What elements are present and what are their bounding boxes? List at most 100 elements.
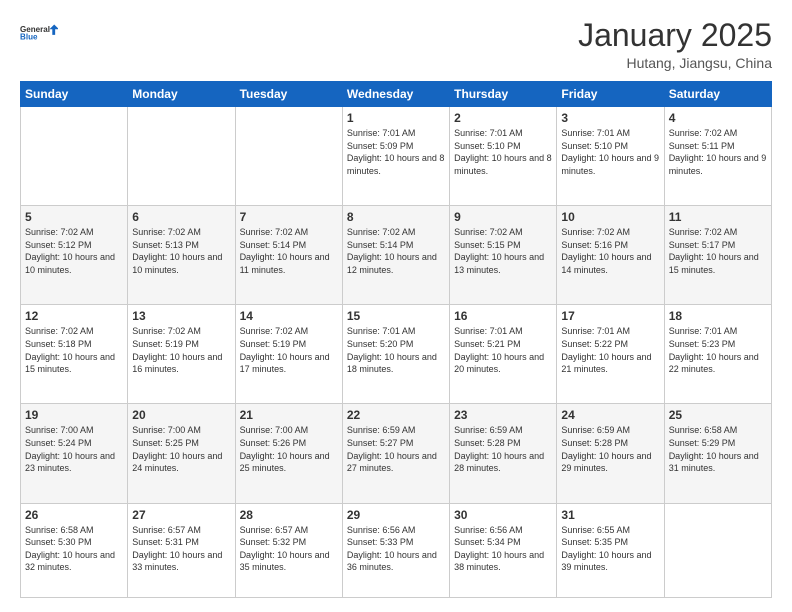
day-number: 31 — [561, 508, 659, 522]
table-row: 2Sunrise: 7:01 AM Sunset: 5:10 PM Daylig… — [450, 107, 557, 206]
day-info: Sunrise: 7:01 AM Sunset: 5:22 PM Dayligh… — [561, 325, 659, 375]
day-number: 26 — [25, 508, 123, 522]
day-info: Sunrise: 6:59 AM Sunset: 5:27 PM Dayligh… — [347, 424, 445, 474]
table-row: 20 Sunrise: 7:00 AM Sunset: 5:25 PM Dayli… — [128, 404, 235, 503]
title-block: January 2025 Hutang, Jiangsu, China — [578, 18, 772, 71]
day-info: Sunrise: 7:02 AM Sunset: 5:19 PM Dayligh… — [240, 325, 338, 375]
table-row: 23 Sunrise: 6:59 AM Sunset: 5:28 PM Dayli… — [450, 404, 557, 503]
table-row: 8Sunrise: 7:02 AM Sunset: 5:14 PM Daylig… — [342, 206, 449, 305]
table-row: 14 Sunrise: 7:02 AM Sunset: 5:19 PM Dayli… — [235, 305, 342, 404]
day-info: Sunrise: 6:55 AM Sunset: 5:35 PM Dayligh… — [561, 524, 659, 574]
table-row: 22 Sunrise: 6:59 AM Sunset: 5:27 PM Dayli… — [342, 404, 449, 503]
day-info: Sunrise: 7:02 AM Sunset: 5:14 PM Dayligh… — [240, 226, 338, 276]
table-row — [235, 107, 342, 206]
col-tuesday: Tuesday — [235, 82, 342, 107]
table-row: 27 Sunrise: 6:57 AM Sunset: 5:31 PM Dayli… — [128, 503, 235, 597]
table-row: 26 Sunrise: 6:58 AM Sunset: 5:30 PM Dayli… — [21, 503, 128, 597]
table-row: 24Sunrise: 6:59 AM Sunset: 5:28 PM Dayli… — [557, 404, 664, 503]
day-info: Sunrise: 7:00 AM Sunset: 5:26 PM Dayligh… — [240, 424, 338, 474]
table-row: 30 Sunrise: 6:56 AM Sunset: 5:34 PM Dayli… — [450, 503, 557, 597]
day-number: 13 — [132, 309, 230, 323]
week-row-2: 5 Sunrise: 7:02 AM Sunset: 5:12 PM Daylig… — [21, 206, 772, 305]
day-number: 3 — [561, 111, 659, 125]
table-row: 16Sunrise: 7:01 AM Sunset: 5:21 PM Dayli… — [450, 305, 557, 404]
day-info: Sunrise: 7:01 AM Sunset: 5:20 PM Dayligh… — [347, 325, 445, 375]
day-number: 10 — [561, 210, 659, 224]
table-row: 10Sunrise: 7:02 AM Sunset: 5:16 PM Dayli… — [557, 206, 664, 305]
table-row: 1 Sunrise: 7:01 AM Sunset: 5:09 PM Daylig… — [342, 107, 449, 206]
header: General Blue January 2025 Hutang, Jiangs… — [20, 18, 772, 71]
day-info: Sunrise: 6:58 AM Sunset: 5:30 PM Dayligh… — [25, 524, 123, 574]
day-number: 14 — [240, 309, 338, 323]
table-row: 6 Sunrise: 7:02 AM Sunset: 5:13 PM Daylig… — [128, 206, 235, 305]
day-info: Sunrise: 7:02 AM Sunset: 5:19 PM Dayligh… — [132, 325, 230, 375]
week-row-3: 12Sunrise: 7:02 AM Sunset: 5:18 PM Dayli… — [21, 305, 772, 404]
day-info: Sunrise: 6:56 AM Sunset: 5:34 PM Dayligh… — [454, 524, 552, 574]
svg-text:Blue: Blue — [20, 33, 38, 42]
col-monday: Monday — [128, 82, 235, 107]
col-friday: Friday — [557, 82, 664, 107]
table-row: 18 Sunrise: 7:01 AM Sunset: 5:23 PM Dayli… — [664, 305, 771, 404]
day-info: Sunrise: 6:59 AM Sunset: 5:28 PM Dayligh… — [454, 424, 552, 474]
day-number: 12 — [25, 309, 123, 323]
day-number: 5 — [25, 210, 123, 224]
table-row: 9Sunrise: 7:02 AM Sunset: 5:15 PM Daylig… — [450, 206, 557, 305]
day-info: Sunrise: 7:01 AM Sunset: 5:10 PM Dayligh… — [454, 127, 552, 177]
table-row: 7 Sunrise: 7:02 AM Sunset: 5:14 PM Daylig… — [235, 206, 342, 305]
day-number: 17 — [561, 309, 659, 323]
location: Hutang, Jiangsu, China — [578, 55, 772, 71]
table-row: 21 Sunrise: 7:00 AM Sunset: 5:26 PM Dayli… — [235, 404, 342, 503]
day-number: 1 — [347, 111, 445, 125]
day-info: Sunrise: 6:57 AM Sunset: 5:32 PM Dayligh… — [240, 524, 338, 574]
day-info: Sunrise: 6:56 AM Sunset: 5:33 PM Dayligh… — [347, 524, 445, 574]
col-saturday: Saturday — [664, 82, 771, 107]
table-row: 13 Sunrise: 7:02 AM Sunset: 5:19 PM Dayli… — [128, 305, 235, 404]
day-number: 6 — [132, 210, 230, 224]
calendar-header-row: Sunday Monday Tuesday Wednesday Thursday… — [21, 82, 772, 107]
table-row: 3 Sunrise: 7:01 AM Sunset: 5:10 PM Daylig… — [557, 107, 664, 206]
day-number: 29 — [347, 508, 445, 522]
day-info: Sunrise: 7:02 AM Sunset: 5:12 PM Dayligh… — [25, 226, 123, 276]
day-info: Sunrise: 7:02 AM Sunset: 5:11 PM Dayligh… — [669, 127, 767, 177]
col-thursday: Thursday — [450, 82, 557, 107]
calendar-table: Sunday Monday Tuesday Wednesday Thursday… — [20, 81, 772, 598]
day-number: 18 — [669, 309, 767, 323]
week-row-4: 19Sunrise: 7:00 AM Sunset: 5:24 PM Dayli… — [21, 404, 772, 503]
day-number: 4 — [669, 111, 767, 125]
table-row — [128, 107, 235, 206]
table-row: 15Sunrise: 7:01 AM Sunset: 5:20 PM Dayli… — [342, 305, 449, 404]
table-row: 31 Sunrise: 6:55 AM Sunset: 5:35 PM Dayli… — [557, 503, 664, 597]
day-info: Sunrise: 6:57 AM Sunset: 5:31 PM Dayligh… — [132, 524, 230, 574]
table-row: 5 Sunrise: 7:02 AM Sunset: 5:12 PM Daylig… — [21, 206, 128, 305]
day-number: 30 — [454, 508, 552, 522]
day-info: Sunrise: 7:01 AM Sunset: 5:10 PM Dayligh… — [561, 127, 659, 177]
day-info: Sunrise: 7:01 AM Sunset: 5:21 PM Dayligh… — [454, 325, 552, 375]
logo: General Blue — [20, 18, 58, 48]
table-row — [664, 503, 771, 597]
day-number: 23 — [454, 408, 552, 422]
day-info: Sunrise: 7:01 AM Sunset: 5:23 PM Dayligh… — [669, 325, 767, 375]
day-number: 11 — [669, 210, 767, 224]
table-row: 4 Sunrise: 7:02 AM Sunset: 5:11 PM Daylig… — [664, 107, 771, 206]
day-number: 24 — [561, 408, 659, 422]
day-number: 22 — [347, 408, 445, 422]
week-row-1: 1 Sunrise: 7:01 AM Sunset: 5:09 PM Daylig… — [21, 107, 772, 206]
table-row — [21, 107, 128, 206]
week-row-5: 26 Sunrise: 6:58 AM Sunset: 5:30 PM Dayli… — [21, 503, 772, 597]
day-number: 8 — [347, 210, 445, 224]
table-row: 17 Sunrise: 7:01 AM Sunset: 5:22 PM Dayli… — [557, 305, 664, 404]
table-row: 19Sunrise: 7:00 AM Sunset: 5:24 PM Dayli… — [21, 404, 128, 503]
day-info: Sunrise: 7:00 AM Sunset: 5:25 PM Dayligh… — [132, 424, 230, 474]
day-number: 28 — [240, 508, 338, 522]
table-row: 11Sunrise: 7:02 AM Sunset: 5:17 PM Dayli… — [664, 206, 771, 305]
day-number: 7 — [240, 210, 338, 224]
day-number: 20 — [132, 408, 230, 422]
day-info: Sunrise: 7:02 AM Sunset: 5:13 PM Dayligh… — [132, 226, 230, 276]
day-number: 21 — [240, 408, 338, 422]
col-sunday: Sunday — [21, 82, 128, 107]
day-info: Sunrise: 7:00 AM Sunset: 5:24 PM Dayligh… — [25, 424, 123, 474]
day-number: 27 — [132, 508, 230, 522]
page: General Blue January 2025 Hutang, Jiangs… — [0, 0, 792, 612]
table-row: 25Sunrise: 6:58 AM Sunset: 5:29 PM Dayli… — [664, 404, 771, 503]
day-info: Sunrise: 7:01 AM Sunset: 5:09 PM Dayligh… — [347, 127, 445, 177]
